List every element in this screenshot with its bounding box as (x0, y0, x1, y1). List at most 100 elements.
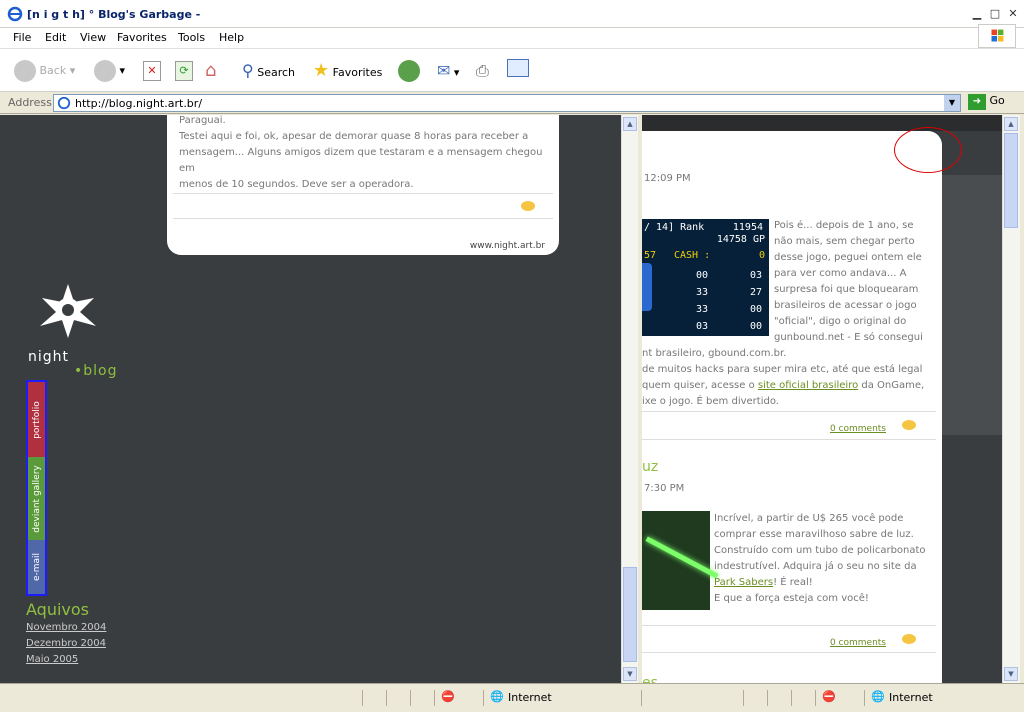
game-cash-prefix: 57 (644, 250, 657, 261)
search-icon: ⚲ (242, 61, 254, 80)
forward-button[interactable]: ▾ (94, 59, 125, 83)
edit-button[interactable] (507, 59, 529, 83)
windows-flag-icon (978, 24, 1016, 48)
site-oficial-link[interactable]: site oficial brasileiro (758, 380, 858, 391)
menu-tools[interactable]: Tools (178, 31, 205, 44)
menu-help[interactable]: Help (219, 31, 244, 44)
archive-link[interactable]: Dezembro 2004 (26, 638, 106, 649)
post1-text-cont: nt brasileiro, gbound.com.br. de muitos … (642, 348, 925, 407)
address-label: Address (8, 96, 52, 109)
stop-icon: ✕ (143, 61, 161, 81)
go-arrow-icon: ➜ (968, 94, 986, 110)
game-gp: 14758 GP (716, 234, 765, 245)
comment-bubble-icon[interactable] (521, 201, 535, 211)
night-logo-icon (40, 284, 96, 338)
history-button[interactable] (398, 59, 420, 83)
menu-edit[interactable]: Edit (45, 31, 66, 44)
right-pane: 12:09 PM / 14] Rank 11954 14758 GP 57 CA… (642, 115, 1002, 683)
footer-url: www.night.art.br (469, 241, 545, 251)
page-icon (57, 96, 71, 110)
edit-page-icon (507, 59, 529, 77)
title-bar: [n i g t h] ° Blog's Garbage - ▁ □ ✕ (0, 0, 1024, 28)
zone-label: Internet (889, 691, 933, 704)
refresh-button[interactable]: ⟳ (175, 59, 193, 83)
stop-button[interactable]: ✕ (143, 59, 161, 83)
zone-label: Internet (508, 691, 552, 704)
game-stat: 03 (696, 321, 709, 332)
minimize-button[interactable]: ▁ (970, 8, 984, 20)
game-stat: 27 (750, 287, 763, 298)
post3-title: es (642, 675, 658, 683)
scroll-down-button[interactable]: ▼ (623, 667, 637, 681)
post1-text: Pois é... depois de 1 ano, se não mais, s… (774, 220, 923, 343)
game-panel-edge (642, 263, 652, 311)
nav-email[interactable]: e-mail (28, 540, 45, 594)
go-button[interactable]: ➜ Go (968, 94, 1005, 112)
scroll-thumb[interactable] (623, 567, 637, 662)
lightsaber-image (642, 511, 719, 610)
game-stat: 00 (750, 304, 763, 315)
divider (173, 193, 553, 194)
red-circle-annotation (894, 127, 962, 173)
left-scrollbar[interactable]: ▲ ▼ (621, 115, 638, 683)
mail-button[interactable]: ✉ ▾ (437, 59, 459, 83)
post-text-line: Testei aqui e foi, ok, apesar de demorar… (179, 131, 529, 142)
menu-bar: File Edit View Favorites Tools Help (0, 24, 1024, 48)
archives-title: Aquivos (26, 600, 89, 619)
home-icon: ⌂ (205, 60, 217, 81)
scroll-thumb[interactable] (1004, 133, 1018, 228)
privacy-icon[interactable]: ⛔ (822, 690, 836, 703)
printer-icon: ⎙ (476, 61, 489, 80)
game-cash-label: CASH : (674, 250, 711, 261)
search-button[interactable]: ⚲ Search (242, 59, 295, 83)
right-scrollbar[interactable]: ▲ ▼ (1002, 115, 1020, 683)
forward-arrow-icon (94, 60, 116, 82)
post2-title: uz (642, 459, 659, 475)
game-stat: 33 (696, 287, 709, 298)
window-title: [n i g t h] ° Blog's Garbage - (27, 8, 201, 21)
globe-icon: 🌐 (871, 690, 885, 703)
post2-time: 7:30 PM (644, 483, 685, 494)
close-button[interactable]: ✕ (1006, 8, 1020, 20)
history-icon (398, 60, 420, 82)
game-stat: 00 (696, 270, 709, 281)
game-rank-label: / 14] Rank (644, 222, 705, 233)
toolbar: Back ▾ ▾ ✕ ⟳ ⌂ ⚲ Search ★ Favorites ✉ ▾ … (0, 48, 1024, 92)
scroll-up-button[interactable]: ▲ (1004, 117, 1018, 131)
comment-bubble-icon[interactable] (902, 420, 916, 430)
star-icon: ★ (313, 60, 330, 81)
address-bar: Address http://blog.night.art.br/ ▼ ➜ Go (0, 92, 1024, 114)
nav-portfolio[interactable]: portfolio (28, 382, 45, 457)
post-text-line: Paraguai. (179, 115, 226, 126)
address-dropdown-button[interactable]: ▼ (944, 95, 960, 111)
game-screenshot: / 14] Rank 11954 14758 GP 57 CASH : 0 00… (642, 219, 769, 336)
archive-link[interactable]: Maio 2005 (26, 654, 78, 665)
print-button[interactable]: ⎙ (476, 59, 489, 83)
scroll-down-button[interactable]: ▼ (1004, 667, 1018, 681)
archive-link[interactable]: Novembro 2004 (26, 622, 106, 633)
comment-bubble-icon[interactable] (902, 634, 916, 644)
page-background-panel (942, 175, 1002, 435)
refresh-icon: ⟳ (175, 61, 193, 81)
logo-night-text: night (28, 349, 70, 365)
menu-file[interactable]: File (13, 31, 31, 44)
menu-favorites[interactable]: Favorites (117, 31, 167, 44)
favorites-button[interactable]: ★ Favorites (313, 59, 382, 83)
back-button[interactable]: Back ▾ (14, 59, 75, 83)
maximize-button[interactable]: □ (988, 8, 1002, 20)
privacy-icon[interactable]: ⛔ (441, 690, 455, 703)
menu-view[interactable]: View (80, 31, 106, 44)
home-button[interactable]: ⌂ (205, 59, 216, 83)
divider (173, 218, 553, 219)
scroll-up-button[interactable]: ▲ (623, 117, 637, 131)
address-input[interactable]: http://blog.night.art.br/ ▼ (53, 94, 961, 112)
game-stat: 03 (750, 270, 763, 281)
divider (642, 411, 936, 412)
post-text-line: mensagem... Alguns amigos dizem que test… (179, 147, 543, 174)
comments-link[interactable]: 0 comments (830, 635, 886, 651)
comments-link[interactable]: 0 comments (830, 421, 886, 437)
status-bar: ⛔ 🌐 Internet ⛔ 🌐 Internet (0, 683, 1024, 712)
park-sabers-link[interactable]: Park Sabers (714, 577, 773, 588)
nav-deviant-gallery[interactable]: deviant gallery (28, 457, 45, 540)
ie-icon (7, 6, 23, 22)
